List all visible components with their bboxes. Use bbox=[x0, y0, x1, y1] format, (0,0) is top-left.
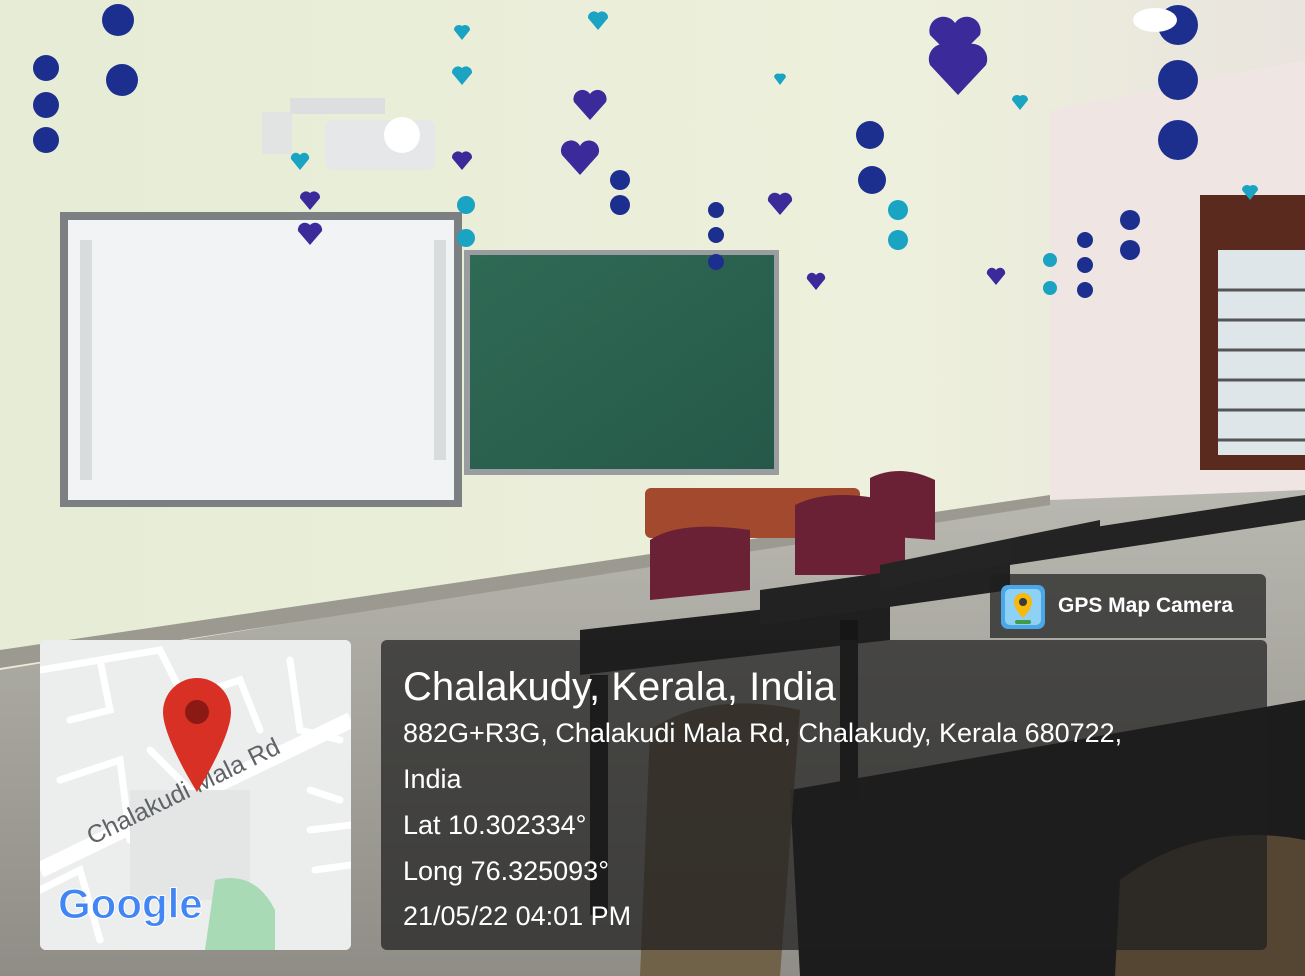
photo-frame: GPS Map Camera Chalakudi Mala Rd Google … bbox=[0, 0, 1305, 976]
badge-label: GPS Map Camera bbox=[1058, 594, 1234, 617]
location-info-panel: Chalakudy, Kerala, India 882G+R3G, Chala… bbox=[381, 640, 1267, 950]
location-title: Chalakudy, Kerala, India bbox=[403, 665, 836, 709]
map-thumbnail: Chalakudi Mala Rd Google bbox=[40, 640, 351, 950]
gps-map-camera-badge: GPS Map Camera bbox=[990, 574, 1266, 638]
camera-pin-icon bbox=[1001, 585, 1045, 629]
address-line-1: 882G+R3G, Chalakudi Mala Rd, Chalakudy, … bbox=[403, 718, 1123, 748]
latitude: Lat 10.302334° bbox=[403, 810, 587, 840]
longitude: Long 76.325093° bbox=[403, 856, 609, 886]
google-logo: Google bbox=[58, 880, 203, 927]
address-line-2: India bbox=[403, 764, 462, 794]
map-image: Chalakudi Mala Rd Google bbox=[40, 640, 351, 950]
timestamp: 21/05/22 04:01 PM bbox=[403, 901, 632, 931]
